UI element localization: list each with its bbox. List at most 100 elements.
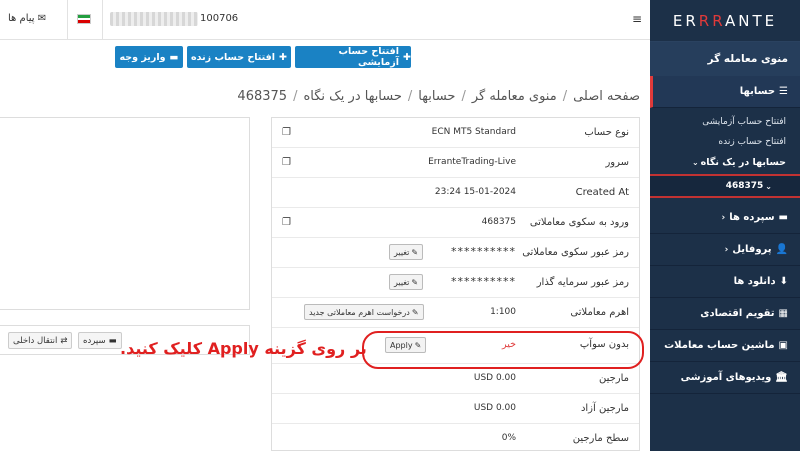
- blurred-account-name: [110, 12, 198, 26]
- chevron-left-icon: ‹: [721, 212, 726, 223]
- breadcrumb-home[interactable]: صفحه اصلی: [573, 89, 640, 104]
- copy-icon[interactable]: ❐: [282, 157, 291, 168]
- card-icon: ▬: [108, 335, 117, 346]
- detail-label: نوع حساب: [584, 127, 629, 138]
- detail-label: Created At: [575, 187, 629, 198]
- detail-label: مارجین آزاد: [580, 403, 629, 414]
- detail-value: USD 0.00: [473, 373, 516, 383]
- deposit-small-button[interactable]: سپرده ▬: [78, 332, 122, 349]
- breadcrumb-account: 468375: [237, 89, 288, 104]
- detail-row-margin-level: سطح مارجین 0%: [272, 424, 639, 451]
- sidebar: ERRRANTE منوی معامله گر ☰ حسابها افتتاح …: [650, 0, 800, 451]
- copy-icon[interactable]: ❐: [282, 217, 291, 228]
- detail-label: سطح مارجین: [572, 433, 629, 444]
- detail-row-account-type: نوع حساب ECN MT5 Standard ❐: [272, 118, 639, 148]
- account-details-table: نوع حساب ECN MT5 Standard ❐ سرور Errante…: [271, 117, 640, 451]
- wallet-icon: ▬: [778, 212, 788, 223]
- sidebar-item-label: ماشین حساب معاملات: [664, 340, 775, 351]
- breadcrumb: صفحه اصلی/منوی معامله گر/حسابها/حسابها د…: [237, 89, 640, 104]
- calendar-icon: ▦: [778, 308, 788, 319]
- change-investor-password-button[interactable]: ✎ تغییر: [389, 274, 424, 290]
- list-icon: ☰: [779, 86, 788, 97]
- edit-icon: ✎: [411, 247, 419, 257]
- envelope-icon: ✉: [37, 13, 47, 24]
- sidebar-item-calendar[interactable]: ▦ تقویم اقتصادی: [650, 298, 800, 330]
- sidebar-item-calculator[interactable]: ▣ ماشین حساب معاملات: [650, 330, 800, 362]
- detail-label: ورود به سکوی معاملاتی: [529, 217, 629, 228]
- user-icon: 👤: [775, 244, 788, 255]
- sidebar-item-videos[interactable]: 🏛 ویدیوهای آموزشی: [650, 362, 800, 394]
- sidebar-item-label: ویدیوهای آموزشی: [680, 372, 772, 383]
- breadcrumb-at-a-glance[interactable]: حسابها در یک نگاه: [303, 89, 401, 104]
- topbar: ✉ پیام ها 100706 ≡: [0, 0, 650, 40]
- chart-panel: [0, 117, 250, 310]
- copy-icon[interactable]: ❐: [282, 127, 291, 138]
- button-label: تغییر: [394, 277, 410, 287]
- errante-logo[interactable]: ERRRANTE: [673, 12, 777, 30]
- card-icon: ▬: [169, 51, 179, 63]
- sidebar-item-profile[interactable]: 👤 پروفایل ‹: [650, 234, 800, 266]
- button-label: افتتاح حساب زنده: [191, 51, 276, 63]
- detail-value: 23:24 15-01-2024: [434, 187, 516, 197]
- sidebar-title: منوی معامله گر: [650, 42, 800, 76]
- plus-icon: ✚: [279, 51, 287, 63]
- highlight-ring: [362, 331, 644, 369]
- open-demo-account-button[interactable]: ✚ افتتاح حساب آزمایشی: [295, 46, 411, 68]
- detail-value: ErranteTrading-Live: [428, 157, 516, 167]
- detail-label: رمز عبور سرمایه گذار: [536, 277, 629, 288]
- chevron-left-icon: ‹: [724, 244, 729, 255]
- sidebar-item-deposits[interactable]: ▬ سپرده ها ‹: [650, 202, 800, 234]
- transfer-icon: ⇄: [60, 335, 68, 346]
- detail-row-investor-password: رمز عبور سرمایه گذار ********** ✎ تغییر: [272, 268, 639, 298]
- sidebar-account-label: 468375: [725, 181, 764, 191]
- instruction-callout: بر روی گزینه Apply کلیک کنید.: [120, 339, 367, 358]
- iran-flag-icon[interactable]: [77, 14, 91, 24]
- deposit-funds-button[interactable]: ▬ واریز وجه: [115, 46, 183, 68]
- detail-row-login: ورود به سکوی معاملاتی 468375 ❐: [272, 208, 639, 238]
- button-label: انتقال داخلی: [13, 335, 58, 346]
- detail-value: 0%: [501, 433, 516, 443]
- breadcrumb-trader-menu[interactable]: منوی معامله گر: [472, 89, 557, 104]
- detail-value: 468375: [481, 217, 516, 227]
- edit-icon: ✎: [411, 277, 419, 287]
- detail-row-server: سرور ErranteTrading-Live ❐: [272, 148, 639, 178]
- change-password-button[interactable]: ✎ تغییر: [389, 244, 424, 260]
- sidebar-item-label: دانلود ها: [733, 276, 776, 287]
- calculator-icon: ▣: [778, 340, 788, 351]
- detail-row-free-margin: مارجین آزاد USD 0.00: [272, 394, 639, 424]
- edit-icon: ✎: [411, 307, 419, 317]
- sidebar-item-downloads[interactable]: ⬇ دانلود ها: [650, 266, 800, 298]
- sidebar-subitem-at-a-glance[interactable]: حسابها در یک نگاه ⌄: [650, 152, 800, 172]
- detail-row-leverage: اهرم معاملاتی 1:100 ✎ درخواست اهرم معامل…: [272, 298, 639, 328]
- internal-transfer-button[interactable]: انتقال داخلی ⇄: [8, 332, 73, 349]
- request-leverage-button[interactable]: ✎ درخواست اهرم معاملاتی جدید: [304, 304, 424, 320]
- detail-value: USD 0.00: [473, 403, 516, 413]
- button-label: افتتاح حساب آزمایشی: [338, 46, 400, 68]
- sidebar-subitem-live[interactable]: افتتاح حساب زنده: [650, 132, 800, 152]
- button-label: واریز وجه: [119, 51, 166, 63]
- sidebar-item-accounts[interactable]: ☰ حسابها: [650, 76, 800, 108]
- detail-row-created-at: Created At 23:24 15-01-2024: [272, 178, 639, 208]
- detail-row-trading-password: رمز عبور سکوی معاملاتی ********** ✎ تغیی…: [272, 238, 639, 268]
- download-icon: ⬇: [779, 276, 788, 287]
- chevron-down-icon: ⌄: [691, 157, 699, 167]
- detail-label: مارجین: [598, 373, 629, 384]
- detail-label: اهرم معاملاتی: [570, 307, 629, 318]
- divider: [67, 0, 68, 40]
- breadcrumb-accounts[interactable]: حسابها: [418, 89, 455, 104]
- detail-label: رمز عبور سکوی معاملاتی: [522, 247, 629, 258]
- button-label: درخواست اهرم معاملاتی جدید: [309, 307, 410, 317]
- sidebar-subitem-demo[interactable]: افتتاح حساب آزمایشی: [650, 112, 800, 132]
- button-label: سپرده: [83, 335, 106, 346]
- open-live-account-button[interactable]: ✚ افتتاح حساب زنده: [187, 46, 291, 68]
- sidebar-item-label: سپرده ها: [729, 212, 775, 223]
- sidebar-item-label: پروفایل: [732, 244, 772, 255]
- chevron-icon: ⌄: [765, 181, 772, 191]
- sidebar-item-label: حسابها: [739, 86, 776, 97]
- detail-value: ECN MT5 Standard: [431, 127, 516, 137]
- button-label: تغییر: [394, 247, 410, 257]
- messages-link[interactable]: ✉ پیام ها: [8, 13, 46, 24]
- sidebar-account-468375[interactable]: ⌄ 468375: [650, 174, 800, 198]
- sidebar-item-label: تقویم اقتصادی: [700, 308, 775, 319]
- hamburger-menu-icon[interactable]: ≡: [632, 12, 642, 26]
